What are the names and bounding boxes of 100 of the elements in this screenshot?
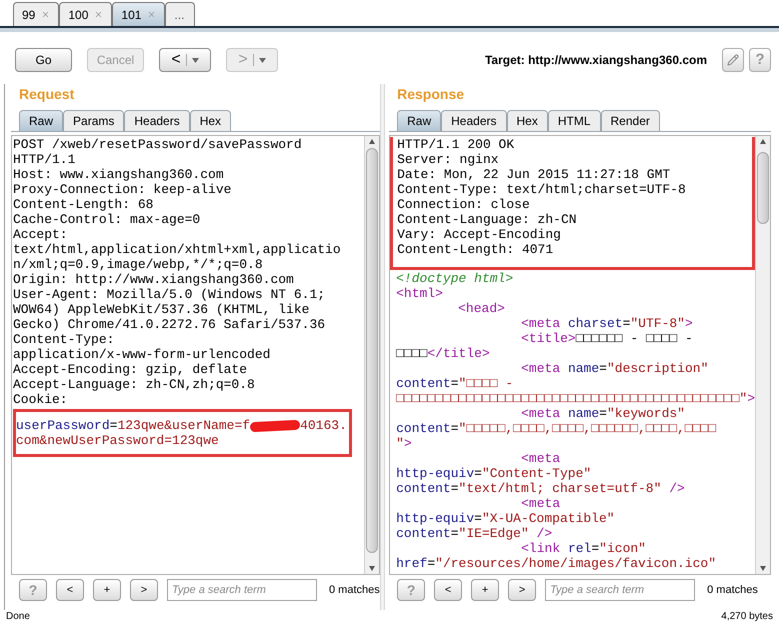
scrollbar-thumb[interactable] bbox=[757, 152, 769, 224]
code-token: = bbox=[622, 316, 630, 331]
add-button[interactable]: + bbox=[93, 579, 121, 601]
code-token: > bbox=[747, 391, 755, 406]
code-token: □□□□□□ - □□□□ - bbox=[576, 331, 693, 346]
tab-label: 101 bbox=[121, 6, 142, 24]
view-tab[interactable]: Headers bbox=[441, 110, 506, 132]
code-line: Proxy-Connection: keep-alive bbox=[13, 182, 232, 197]
code-token: <meta bbox=[521, 406, 560, 421]
code-token: = bbox=[450, 481, 459, 496]
history-button[interactable]: < bbox=[159, 48, 211, 72]
code-line: User-Agent: Mozilla/5.0 (Windows NT 6.1; bbox=[13, 287, 326, 302]
code-token: 40163. bbox=[300, 418, 347, 433]
close-icon[interactable] bbox=[147, 10, 156, 19]
code-line: text/html,application/xhtml+xml,applicatio bbox=[13, 242, 342, 257]
view-tab[interactable]: Hex bbox=[190, 110, 232, 132]
code-token: = bbox=[591, 541, 600, 556]
code-token: <link bbox=[521, 541, 560, 556]
code-line: Origin: http://www.xiangshang360.com bbox=[13, 272, 295, 287]
code-token: charset bbox=[566, 316, 623, 331]
view-tab[interactable]: Headers bbox=[124, 110, 190, 132]
close-icon[interactable] bbox=[94, 10, 104, 19]
code-token: "text/html; charset=utf-8" bbox=[458, 481, 662, 496]
view-tab[interactable]: Hex bbox=[506, 110, 548, 132]
request-tab[interactable]: 99 bbox=[13, 2, 60, 26]
code-line: HTTP/1.1 bbox=[13, 152, 76, 167]
code-token: "/resources/home/images/favicon.ico" bbox=[435, 556, 716, 571]
code-token: content bbox=[396, 481, 451, 496]
code-token: content bbox=[396, 376, 451, 391]
code-token: <!doctype html> bbox=[396, 271, 514, 286]
code-token: > bbox=[684, 316, 693, 331]
code-token: "keywords" bbox=[606, 406, 685, 421]
code-line: WOW64) AppleWebKit/537.36 (KHTML, like bbox=[13, 302, 310, 317]
view-tab[interactable]: HTML bbox=[548, 110, 601, 132]
code-token: </title> bbox=[427, 346, 490, 361]
pane-title: Request bbox=[18, 85, 76, 104]
request-tab[interactable]: 101 bbox=[112, 2, 166, 26]
code-line: Date: Mon, 22 Jun 2015 11:27:18 GMT bbox=[397, 167, 672, 182]
code-token: = bbox=[599, 406, 607, 421]
code-token: http-equiv bbox=[396, 511, 474, 526]
code-token: <meta bbox=[521, 316, 560, 331]
request-tab[interactable]: 100 bbox=[59, 2, 112, 26]
pane-title: Response bbox=[396, 85, 466, 104]
next-button[interactable]: > bbox=[508, 579, 536, 601]
code-line: Content-Type: text/html;charset=UTF-8 bbox=[397, 182, 687, 197]
code-token: □□□□ bbox=[396, 346, 428, 361]
status-text: Done bbox=[6, 610, 30, 622]
search-field[interactable]: Type a search term bbox=[545, 579, 696, 601]
code-line: POST /xweb/resetPassword/savePassword bbox=[13, 137, 303, 152]
code-line: Connection: close bbox=[397, 197, 531, 212]
code-token: = bbox=[110, 418, 118, 433]
previous-button[interactable]: < bbox=[56, 579, 84, 601]
up-arrow-icon[interactable] bbox=[368, 139, 375, 144]
code-token: = bbox=[450, 526, 459, 541]
code-token: "IE=Edge" bbox=[458, 526, 529, 541]
code-line: Content-Length: 68 bbox=[13, 197, 154, 212]
target-label: Target: http://www.xiangshang360.com bbox=[484, 52, 707, 69]
close-icon[interactable] bbox=[41, 10, 50, 19]
down-arrow-icon[interactable] bbox=[760, 566, 766, 571]
down-arrow-icon[interactable] bbox=[368, 566, 375, 571]
code-token: "UTF-8" bbox=[630, 316, 685, 331]
code-token: "□□□□ - bbox=[458, 376, 514, 391]
view-tab[interactable]: Raw bbox=[19, 110, 64, 132]
code-token: <title> bbox=[521, 331, 576, 346]
code-line: HTTP/1.1 200 OK bbox=[397, 137, 516, 152]
go-button[interactable]: Go bbox=[15, 48, 72, 72]
code-token: <meta bbox=[521, 451, 560, 466]
code-line: Host: www.xiangshang360.com bbox=[13, 167, 225, 182]
scrollbar[interactable] bbox=[755, 136, 770, 574]
code-token: □□□□□□□□□□□□□□□□□□□□□□□□□□□□□□□□□□□□□□□□□□□□" bbox=[396, 391, 748, 406]
code-token: " bbox=[396, 436, 404, 451]
code-token: name bbox=[566, 406, 600, 421]
request-tab[interactable]: ... bbox=[165, 2, 196, 26]
code-token: <meta bbox=[521, 496, 560, 511]
scrollbar-thumb[interactable] bbox=[366, 148, 378, 553]
code-line: Accept-Language: zh-CN,zh;q=0.8 bbox=[13, 377, 256, 392]
edit-target-button[interactable] bbox=[722, 48, 744, 72]
code-line: Server: nginx bbox=[397, 152, 500, 167]
code-line: Content-Type: bbox=[13, 332, 116, 347]
next-button[interactable]: > bbox=[130, 579, 158, 601]
caret-icon bbox=[192, 58, 199, 62]
view-tab[interactable]: Raw bbox=[397, 110, 442, 132]
search-field[interactable]: Type a search term bbox=[167, 579, 317, 601]
up-arrow-icon[interactable] bbox=[760, 139, 766, 144]
view-tab[interactable]: Render bbox=[600, 110, 660, 132]
code-line: Content-Language: zh-CN bbox=[397, 212, 578, 227]
code-token: com&newUserPassword=123qwe bbox=[16, 433, 219, 448]
add-button[interactable]: + bbox=[471, 579, 500, 601]
code-token: "Content-Type" bbox=[482, 466, 592, 481]
code-token: userPassword bbox=[16, 418, 110, 433]
code-token: = bbox=[450, 421, 459, 436]
code-token: href bbox=[396, 556, 428, 571]
previous-button[interactable]: < bbox=[434, 579, 462, 601]
code-token: <head> bbox=[458, 301, 505, 316]
code-token: /> bbox=[536, 526, 552, 541]
view-tab[interactable]: Params bbox=[63, 110, 124, 132]
tab-label: 100 bbox=[68, 6, 88, 24]
code-line: application/x-www-form-urlencoded bbox=[13, 347, 272, 362]
code-token: "X-UA-Compatible" bbox=[482, 511, 615, 526]
scrollbar[interactable] bbox=[364, 136, 379, 574]
